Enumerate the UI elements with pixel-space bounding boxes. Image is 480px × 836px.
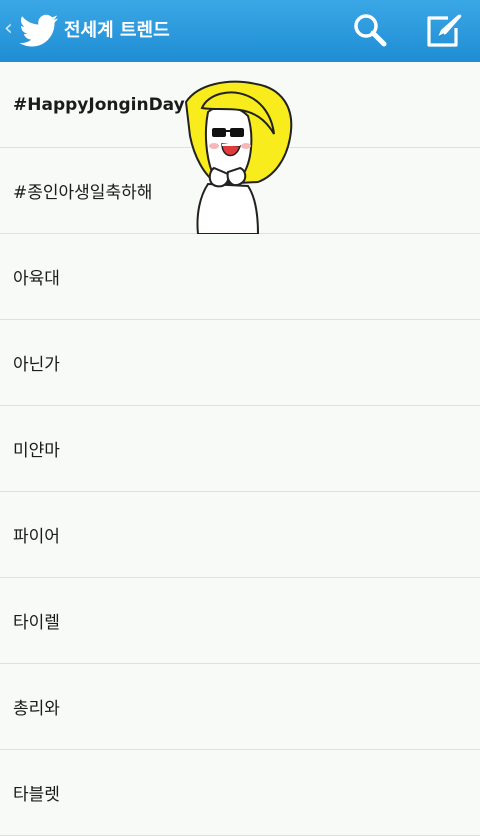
trend-item[interactable]: 아육대 <box>0 234 480 320</box>
trend-label: 아육대 <box>13 269 60 289</box>
trend-label: #HappyJonginDay <box>13 94 185 115</box>
chevron-left-icon[interactable]: ‹ <box>4 18 13 40</box>
trend-label: 아닌가 <box>13 355 60 375</box>
trend-label: 파이어 <box>13 527 60 547</box>
trend-label: #종인아생일축하해 <box>13 183 153 203</box>
page-title: 전세계 트렌드 <box>64 20 170 41</box>
trend-item[interactable]: 총리와 <box>0 664 480 750</box>
compose-icon[interactable] <box>424 12 464 50</box>
trend-label: 타이렐 <box>13 613 60 633</box>
trend-item[interactable]: 미얀마 <box>0 406 480 492</box>
twitter-bird-icon[interactable] <box>19 14 59 47</box>
top-bar: ‹ 전세계 트렌드 <box>0 0 480 62</box>
trend-label: 미얀마 <box>13 441 60 461</box>
trend-item[interactable]: 타블렛 <box>0 750 480 836</box>
trend-label: 총리와 <box>13 699 60 719</box>
trend-label: 타블렛 <box>13 785 60 805</box>
trend-item[interactable]: 아닌가 <box>0 320 480 406</box>
trend-item[interactable]: 타이렐 <box>0 578 480 664</box>
cartoon-character-sticker <box>184 80 293 234</box>
search-icon[interactable] <box>351 12 389 50</box>
trend-item[interactable]: 파이어 <box>0 492 480 578</box>
